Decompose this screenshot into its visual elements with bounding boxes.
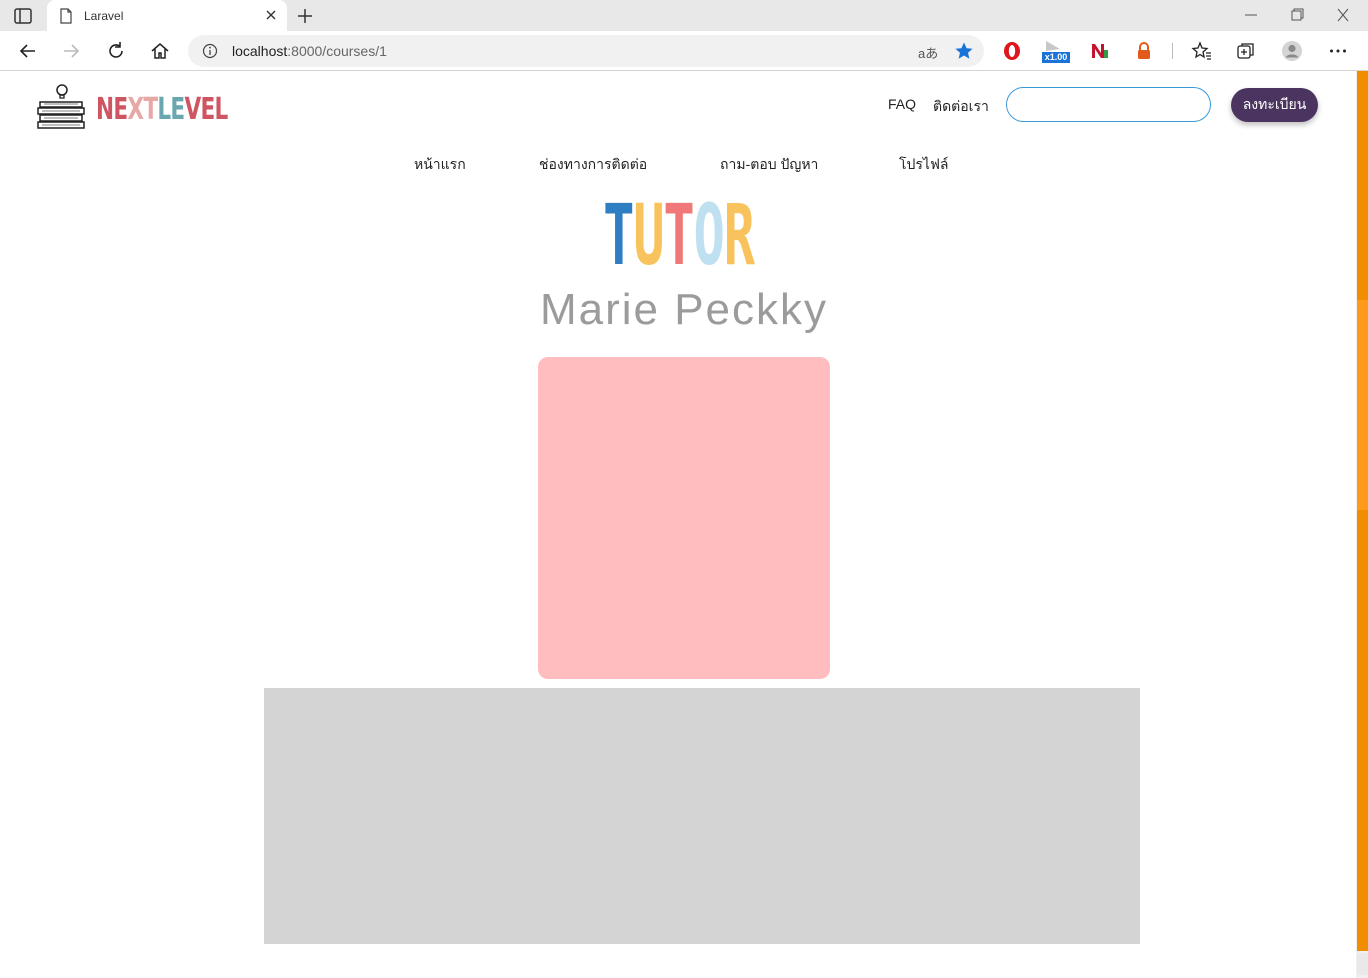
address-bar[interactable]: localhost:8000/courses/1 aあ <box>188 35 984 67</box>
reload-icon[interactable] <box>105 40 127 62</box>
heading-letter: U <box>632 186 664 284</box>
logo-letter: L <box>157 92 171 127</box>
books-icon <box>37 84 85 129</box>
url-text: localhost:8000/courses/1 <box>232 43 387 59</box>
contact-link[interactable]: ติดต่อเรา <box>933 96 989 118</box>
scrollbar-thumb[interactable] <box>1357 300 1368 510</box>
register-button[interactable]: ลงทะเบียน <box>1231 88 1318 122</box>
scroll-down-button[interactable] <box>1357 953 1368 975</box>
logo-letter: L <box>214 92 228 127</box>
heading-letter: O <box>693 186 724 284</box>
logo-letter: E <box>113 92 128 127</box>
browser-toolbar: localhost:8000/courses/1 aあ x1.00 <box>0 31 1368 71</box>
heading-letter: T <box>602 186 634 284</box>
minimize-icon[interactable] <box>1241 6 1261 24</box>
logo-wordmark: NEXTLEVEL <box>96 92 228 127</box>
forward-icon[interactable] <box>60 40 82 62</box>
logo-letter: T <box>143 92 158 127</box>
speed-badge: x1.00 <box>1042 52 1070 63</box>
page-title: TUTOR <box>0 190 1356 280</box>
n-extension-icon[interactable] <box>1089 40 1111 62</box>
new-tab-icon[interactable] <box>296 7 314 25</box>
logo-letter: N <box>96 92 114 127</box>
nav-item-home[interactable]: หน้าแรก <box>414 154 466 176</box>
close-tab-icon[interactable] <box>264 8 278 22</box>
browser-tab[interactable]: Laravel <box>47 0 287 31</box>
toolbar-separator <box>1172 43 1173 59</box>
tutor-name: Marie Peckky <box>539 285 829 334</box>
search-input[interactable] <box>1006 87 1211 122</box>
faq-link[interactable]: FAQ <box>888 96 916 112</box>
favorites-icon[interactable] <box>1191 40 1213 62</box>
logo-letter: X <box>127 92 144 127</box>
nav-item-profile[interactable]: โปรไฟล์ <box>899 154 948 176</box>
opera-extension-icon[interactable] <box>1001 40 1023 62</box>
heading-letter: T <box>662 186 694 284</box>
close-window-icon[interactable] <box>1333 6 1353 24</box>
nav-item-contact-channels[interactable]: ช่องทางการติดต่อ <box>539 154 647 176</box>
home-icon[interactable] <box>149 40 171 62</box>
play-icon <box>1046 41 1060 51</box>
scrollbar-track[interactable] <box>1357 71 1368 951</box>
restore-icon[interactable] <box>1287 6 1307 24</box>
lock-extension-icon[interactable] <box>1133 40 1155 62</box>
read-aloud-icon[interactable]: aあ <box>918 43 938 62</box>
back-icon[interactable] <box>17 40 39 62</box>
logo-letter: E <box>200 92 215 127</box>
more-menu-icon[interactable] <box>1327 40 1349 62</box>
tab-actions-icon[interactable] <box>12 6 34 26</box>
logo-letter: V <box>184 92 201 127</box>
heading-letter: R <box>723 186 754 284</box>
collections-icon[interactable] <box>1235 40 1257 62</box>
page-viewport: NEXTLEVEL FAQ ติดต่อเรา ลงทะเบียน หน้าแร… <box>0 72 1356 978</box>
site-logo[interactable]: NEXTLEVEL <box>36 80 228 132</box>
site-info-icon[interactable] <box>202 43 218 59</box>
content-placeholder <box>264 688 1140 944</box>
browser-tab-bar: Laravel <box>0 0 1368 31</box>
profile-avatar-icon[interactable] <box>1281 40 1303 62</box>
nav-item-qa[interactable]: ถาม-ตอบ ปัญหา <box>720 154 818 176</box>
logo-letter: E <box>170 92 185 127</box>
tab-title: Laravel <box>84 9 124 23</box>
favorite-star-icon[interactable] <box>954 41 974 61</box>
tutor-photo-placeholder <box>538 357 830 679</box>
speed-extension-icon[interactable]: x1.00 <box>1042 39 1072 63</box>
document-icon <box>60 8 72 24</box>
